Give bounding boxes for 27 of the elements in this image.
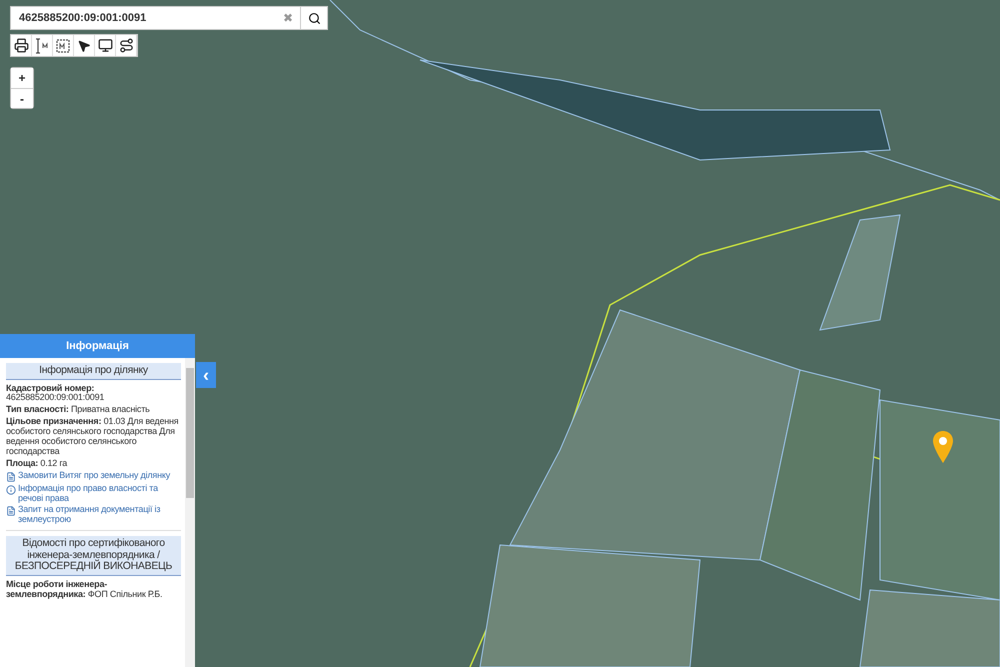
section-title: Інформація про ділянку: [6, 363, 181, 380]
clear-button[interactable]: ✖: [276, 11, 300, 25]
search-field[interactable]: 4625885200:09:001:0091 ✖: [10, 6, 328, 30]
scrollbar[interactable]: [185, 358, 195, 667]
info-field: Цільове призначення: 01.03 Для ведення особистого селянського господарства Для ведення особистого селянського господарства: [6, 417, 181, 457]
area-icon: [55, 38, 71, 54]
document-icon: [6, 472, 16, 482]
info-link[interactable]: Інформація про право власності та речові права: [6, 484, 181, 504]
ruler-icon: [35, 38, 49, 54]
info-field: Місце роботи інженера-землевпорядника: ФОП Спільник Р.Б.: [6, 580, 181, 600]
document-icon: [6, 506, 16, 516]
info-icon: [6, 484, 16, 495]
printer-icon: [14, 38, 28, 53]
info-link[interactable]: Замовити Витяг про земельну ділянку: [6, 470, 181, 482]
search-icon: [308, 12, 320, 24]
cursor-icon: [77, 38, 91, 52]
collapse-button[interactable]: ‹: [196, 362, 216, 388]
zoom-out-button[interactable]: -: [11, 88, 33, 108]
info-field: Площа: 0.12 га: [6, 458, 181, 469]
location-pin-icon[interactable]: [932, 430, 954, 464]
info-field: Кадастровий номер: 4625885200:09:001:0091: [6, 384, 181, 404]
panel-title: Інформація: [0, 334, 195, 358]
info-field: Тип власності: Приватна власність: [6, 405, 181, 416]
route-icon: [118, 38, 134, 53]
info-link[interactable]: Запит на отримання документації із землеустрою: [6, 505, 181, 526]
section-title: Відомості про сертифікованого інженера-землевпорядника / БЕЗПОСЕРЕДНІЙ ВИКОНАВЕЦЬ: [6, 536, 181, 576]
monitor-icon: [98, 38, 112, 53]
